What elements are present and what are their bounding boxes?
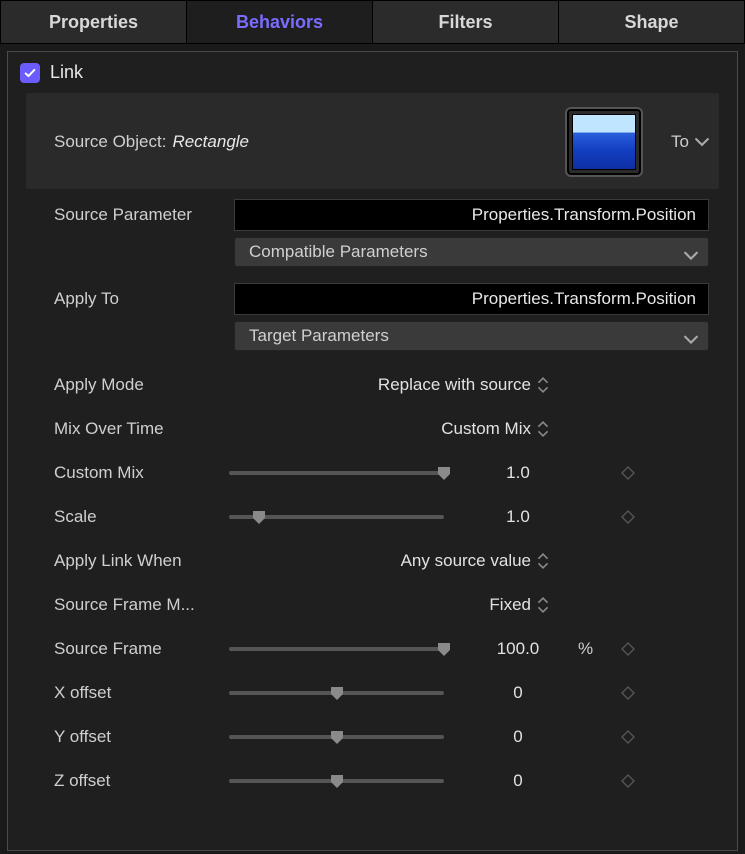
apply-to-field[interactable]: Properties.Transform.Position	[234, 283, 709, 315]
apply-link-when-label: Apply Link When	[54, 551, 229, 571]
chevron-down-icon	[684, 245, 698, 259]
source-object-row: Source Object: Rectangle To	[26, 93, 719, 189]
slider-thumb[interactable]	[329, 685, 345, 701]
slider-thumb[interactable]	[436, 641, 452, 657]
apply-mode-value: Replace with source	[378, 375, 531, 395]
source-object-value: Rectangle	[172, 132, 249, 152]
keyframe-button[interactable]	[608, 686, 648, 700]
y-offset-row: Y offset 0	[26, 715, 719, 759]
stepper-icon	[537, 553, 549, 569]
tab-properties[interactable]: Properties	[0, 0, 187, 44]
link-section-title: Link	[50, 62, 83, 83]
scale-row: Scale 1.0	[26, 495, 719, 539]
source-frame-value[interactable]: 100.0	[458, 639, 578, 659]
stepper-icon	[537, 377, 549, 393]
custom-mix-label: Custom Mix	[54, 463, 229, 483]
slider-track	[229, 471, 444, 475]
custom-mix-row: Custom Mix 1.0	[26, 451, 719, 495]
source-frame-mode-value: Fixed	[489, 595, 531, 615]
mix-over-time-value: Custom Mix	[441, 419, 531, 439]
custom-mix-value[interactable]: 1.0	[458, 463, 578, 483]
slider-thumb[interactable]	[436, 465, 452, 481]
source-frame-mode-row: Source Frame M... Fixed	[26, 583, 719, 627]
apply-mode-row: Apply Mode Replace with source	[26, 363, 719, 407]
z-offset-row: Z offset 0	[26, 759, 719, 803]
z-offset-slider[interactable]	[229, 771, 444, 791]
source-parameter-row: Source Parameter Properties.Transform.Po…	[26, 189, 719, 231]
source-frame-mode-label: Source Frame M...	[54, 595, 229, 615]
stepper-icon	[537, 421, 549, 437]
apply-link-when-row: Apply Link When Any source value	[26, 539, 719, 583]
x-offset-label: X offset	[54, 683, 229, 703]
chevron-down-icon	[684, 329, 698, 343]
source-frame-row: Source Frame 100.0 %	[26, 627, 719, 671]
apply-to-label: Apply To	[54, 289, 234, 309]
compatible-parameters-label: Compatible Parameters	[249, 242, 428, 262]
slider-track	[229, 647, 444, 651]
stepper-icon	[537, 597, 549, 613]
apply-link-when-popup[interactable]: Any source value	[401, 551, 709, 571]
scale-label: Scale	[54, 507, 229, 527]
source-frame-slider[interactable]	[229, 639, 444, 659]
keyframe-button[interactable]	[608, 642, 648, 656]
source-frame-label: Source Frame	[54, 639, 229, 659]
y-offset-slider[interactable]	[229, 727, 444, 747]
to-label: To	[671, 132, 689, 152]
slider-thumb[interactable]	[251, 509, 267, 525]
compatible-parameters-dropdown[interactable]: Compatible Parameters	[234, 237, 709, 267]
y-offset-label: Y offset	[54, 727, 229, 747]
mix-over-time-popup[interactable]: Custom Mix	[441, 419, 709, 439]
link-section-header: Link	[8, 52, 737, 93]
target-parameters-label: Target Parameters	[249, 326, 389, 346]
target-parameters-dropdown[interactable]: Target Parameters	[234, 321, 709, 351]
x-offset-slider[interactable]	[229, 683, 444, 703]
to-popup-button[interactable]: To	[671, 132, 709, 152]
tab-behaviors[interactable]: Behaviors	[187, 0, 373, 44]
scale-value[interactable]: 1.0	[458, 507, 578, 527]
keyframe-button[interactable]	[608, 466, 648, 480]
tab-filters[interactable]: Filters	[373, 0, 559, 44]
mix-over-time-row: Mix Over Time Custom Mix	[26, 407, 719, 451]
z-offset-label: Z offset	[54, 771, 229, 791]
mix-over-time-label: Mix Over Time	[54, 419, 229, 439]
apply-link-when-value: Any source value	[401, 551, 531, 571]
x-offset-value[interactable]: 0	[458, 683, 578, 703]
y-offset-value[interactable]: 0	[458, 727, 578, 747]
apply-to-row: Apply To Properties.Transform.Position	[26, 273, 719, 315]
source-parameter-dropdown-row: Compatible Parameters	[26, 231, 719, 273]
inspector-tabs: Properties Behaviors Filters Shape	[0, 0, 745, 44]
apply-mode-popup[interactable]: Replace with source	[378, 375, 709, 395]
apply-mode-label: Apply Mode	[54, 375, 229, 395]
slider-thumb[interactable]	[329, 729, 345, 745]
source-frame-mode-popup[interactable]: Fixed	[489, 595, 709, 615]
custom-mix-slider[interactable]	[229, 463, 444, 483]
link-enabled-checkbox[interactable]	[20, 63, 40, 83]
x-offset-row: X offset 0	[26, 671, 719, 715]
source-frame-unit: %	[578, 639, 608, 659]
slider-thumb[interactable]	[329, 773, 345, 789]
keyframe-button[interactable]	[608, 730, 648, 744]
z-offset-value[interactable]: 0	[458, 771, 578, 791]
source-parameter-label: Source Parameter	[54, 205, 234, 225]
keyframe-button[interactable]	[608, 510, 648, 524]
rectangle-thumbnail	[572, 114, 636, 170]
tab-shape[interactable]: Shape	[559, 0, 745, 44]
source-object-label: Source Object:	[54, 132, 166, 152]
keyframe-button[interactable]	[608, 774, 648, 788]
source-parameter-field[interactable]: Properties.Transform.Position	[234, 199, 709, 231]
source-object-well[interactable]	[565, 107, 643, 177]
chevron-down-icon	[695, 137, 709, 147]
apply-to-dropdown-row: Target Parameters	[26, 315, 719, 363]
behaviors-panel: Link Source Object: Rectangle To Source …	[7, 51, 738, 851]
scale-slider[interactable]	[229, 507, 444, 527]
